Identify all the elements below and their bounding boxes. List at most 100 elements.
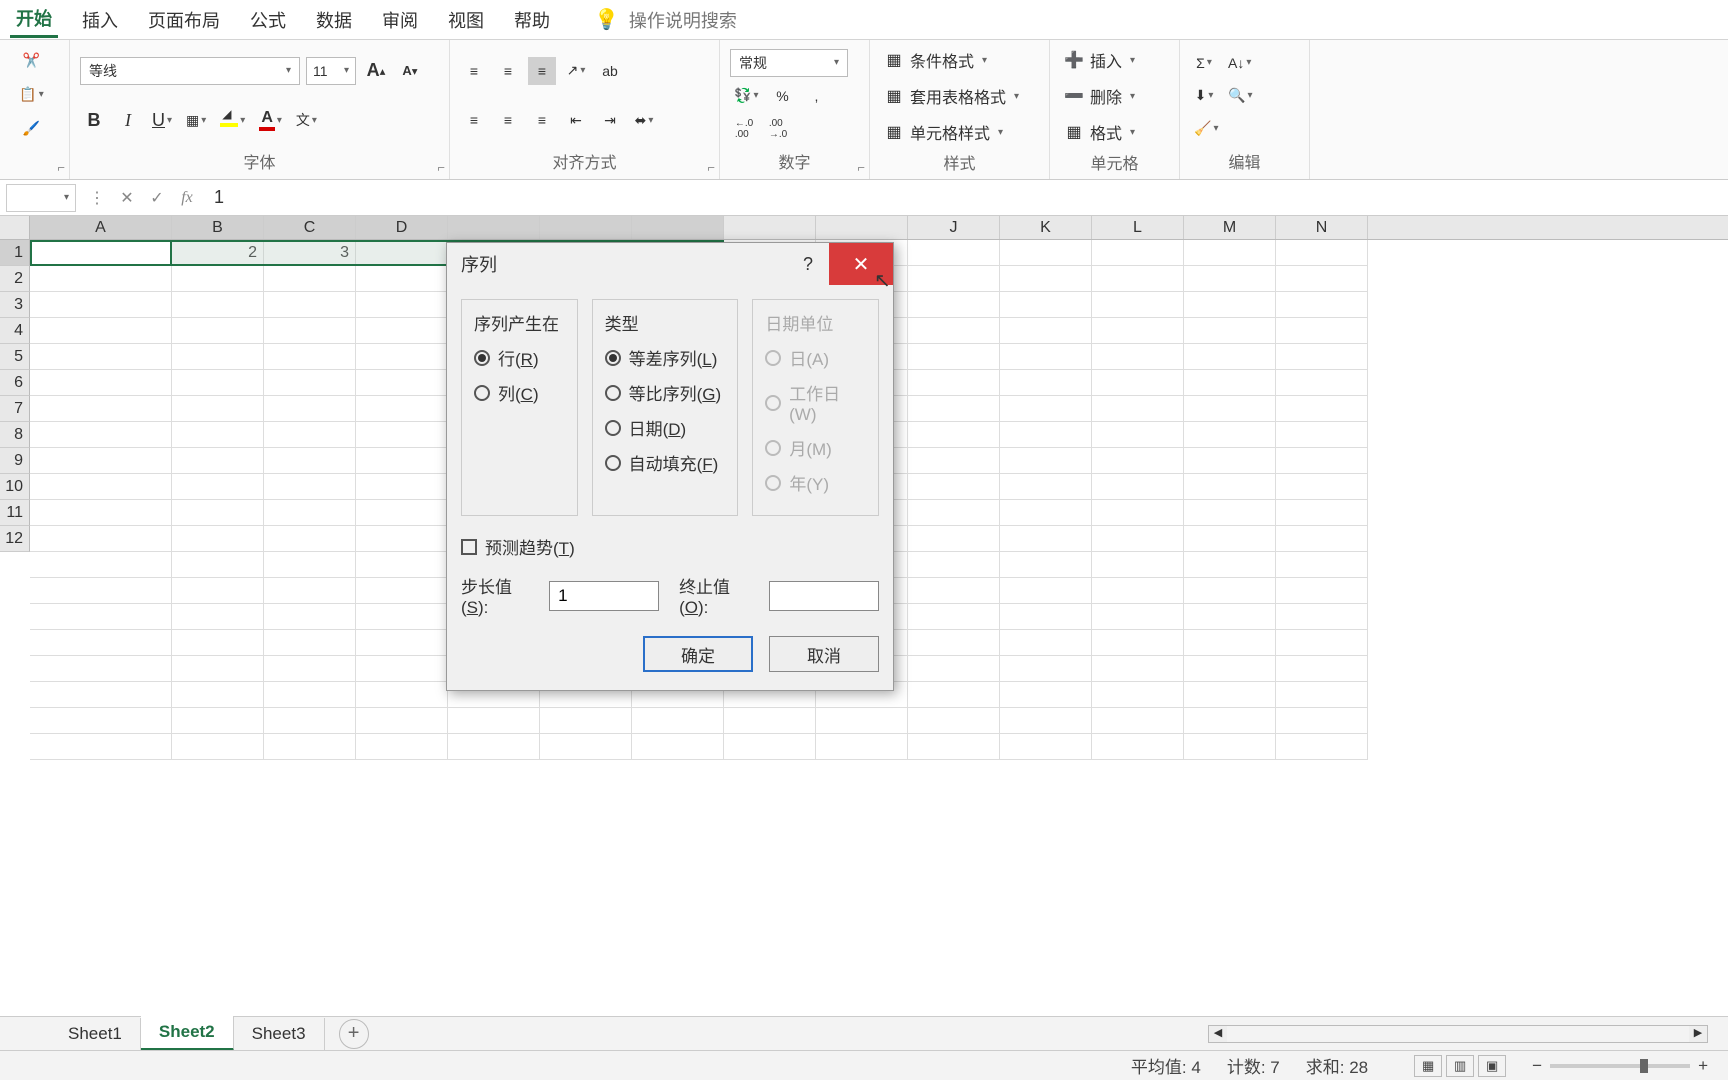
cell[interactable] [356,422,448,448]
row-header[interactable]: 1 [0,240,30,266]
cell[interactable] [1276,734,1368,760]
cell[interactable] [264,370,356,396]
cell[interactable] [1092,578,1184,604]
trend-checkbox[interactable]: 预测趋势(T) [461,534,879,559]
align-right-button[interactable]: ≡ [528,106,556,134]
col-header[interactable] [448,216,540,239]
cell[interactable] [1276,578,1368,604]
cell[interactable] [1092,604,1184,630]
cell[interactable] [30,474,172,500]
formula-input[interactable]: 1 [202,187,1728,208]
cell[interactable] [356,552,448,578]
cell[interactable] [1184,682,1276,708]
cell[interactable] [816,708,908,734]
cell[interactable] [1000,734,1092,760]
row-header[interactable]: 12 [0,526,30,552]
cell[interactable] [356,682,448,708]
cell-styles-button[interactable]: ▦单元格样式▾ [880,118,1039,146]
cell[interactable] [1092,266,1184,292]
sheet-tab-1[interactable]: Sheet1 [50,1018,141,1050]
row-header[interactable]: 2 [0,266,30,292]
cell[interactable] [1092,422,1184,448]
cell[interactable] [172,448,264,474]
col-header[interactable]: M [1184,216,1276,239]
cell[interactable] [1000,448,1092,474]
cell[interactable] [264,292,356,318]
cell[interactable] [356,344,448,370]
cell[interactable] [30,422,172,448]
cell[interactable] [1184,318,1276,344]
tab-data[interactable]: 数据 [310,3,358,37]
cell[interactable] [356,448,448,474]
cell[interactable] [1276,474,1368,500]
cell[interactable] [1000,630,1092,656]
cell[interactable] [1092,500,1184,526]
ok-button[interactable]: 确定 [643,636,753,672]
col-header[interactable] [632,216,724,239]
col-header[interactable] [816,216,908,239]
cell[interactable] [1000,526,1092,552]
col-header[interactable]: K [1000,216,1092,239]
cell[interactable] [30,318,172,344]
cell[interactable] [1000,370,1092,396]
view-page-button[interactable]: ▥ [1446,1055,1474,1077]
cell[interactable] [1092,318,1184,344]
cell[interactable] [1000,474,1092,500]
cell[interactable] [356,708,448,734]
cell[interactable] [1276,422,1368,448]
zoom-slider[interactable]: − + [1532,1056,1708,1076]
cell[interactable] [632,734,724,760]
cell[interactable] [1184,552,1276,578]
cell[interactable] [908,292,1000,318]
row-header[interactable]: 7 [0,396,30,422]
cell[interactable] [1184,292,1276,318]
cell[interactable] [1276,552,1368,578]
cell[interactable] [356,474,448,500]
cell[interactable] [172,578,264,604]
cell[interactable] [30,734,172,760]
cell[interactable] [356,526,448,552]
cell[interactable] [1000,656,1092,682]
cell[interactable] [1092,474,1184,500]
shrink-font-button[interactable]: A▾ [396,57,424,85]
orientation-button[interactable]: ↗▾ [562,57,590,85]
cell[interactable] [1276,318,1368,344]
row-header[interactable]: 11 [0,500,30,526]
align-center-button[interactable]: ≡ [494,106,522,134]
cell[interactable] [172,604,264,630]
cell[interactable] [1184,526,1276,552]
cell[interactable] [30,682,172,708]
cell[interactable] [172,734,264,760]
cell[interactable] [356,578,448,604]
cell[interactable] [172,526,264,552]
cell[interactable] [1184,708,1276,734]
cell[interactable] [172,422,264,448]
cell[interactable] [724,734,816,760]
cell[interactable] [1276,396,1368,422]
cell[interactable] [172,396,264,422]
clear-button[interactable]: 🧹▾ [1190,115,1222,143]
cell[interactable] [540,734,632,760]
cell[interactable] [1092,396,1184,422]
tab-formula[interactable]: 公式 [244,3,292,37]
font-name-combo[interactable]: 等线▾ [80,57,300,85]
grow-font-button[interactable]: A▴ [362,57,390,85]
phonetic-button[interactable]: 文▾ [292,106,321,134]
zoom-track[interactable] [1550,1064,1690,1068]
indent-dec-button[interactable]: ⇤ [562,106,590,134]
cell[interactable] [264,396,356,422]
cell[interactable] [1184,344,1276,370]
cell[interactable] [1092,292,1184,318]
cell[interactable] [908,708,1000,734]
col-header[interactable]: B [172,216,264,239]
cell[interactable] [1092,734,1184,760]
cell[interactable] [908,370,1000,396]
view-break-button[interactable]: ▣ [1478,1055,1506,1077]
align-left-button[interactable]: ≡ [460,106,488,134]
radio-autofill[interactable]: 自动填充(F) [605,450,726,475]
tab-view[interactable]: 视图 [442,3,490,37]
cell[interactable] [356,292,448,318]
cell[interactable] [264,448,356,474]
tab-layout[interactable]: 页面布局 [142,3,226,37]
col-header[interactable]: N [1276,216,1368,239]
